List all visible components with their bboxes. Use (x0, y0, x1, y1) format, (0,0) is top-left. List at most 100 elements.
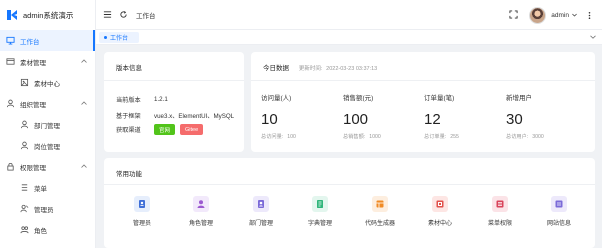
gitee-button[interactable]: Gitee (180, 124, 204, 135)
channel-row: 获取渠道 官网 Gitee (116, 124, 208, 135)
func-code-generator[interactable]: 代码生成器 (350, 196, 410, 227)
version-row: 当前版本 1.2.1 (116, 95, 168, 104)
version-card-title: 版本信息 (116, 65, 142, 72)
sidebar-item-menu[interactable]: 菜单 (0, 177, 95, 198)
today-title: 今日数据 (263, 65, 289, 72)
sidebar-item-role[interactable]: 角色 (0, 219, 95, 240)
today-card-title: 今日数据 更新时间: 2022-03-23 03:37:13 (263, 62, 377, 72)
tab-dashboard[interactable]: 工作台 (99, 32, 139, 43)
refresh-icon[interactable] (118, 10, 128, 20)
func-menu-permission[interactable]: 菜单权限 (470, 196, 530, 227)
tabs-bar: 工作台 (96, 30, 602, 45)
stat-sub-value: 1000 (369, 134, 381, 140)
sidebar-group-permission[interactable]: 权限管理 (0, 156, 95, 177)
func-dictionary[interactable]: 字典管理 (290, 196, 350, 227)
menu-icon (20, 183, 29, 192)
divider (104, 184, 595, 185)
chevron-down-icon[interactable] (590, 35, 596, 39)
sidebar-item-label: 菜单 (34, 185, 47, 193)
active-dot-icon (104, 36, 107, 39)
func-label: 网站信息 (546, 221, 571, 227)
func-department[interactable]: 部门管理 (231, 196, 291, 227)
sidebar-item-label: 工作台 (20, 38, 40, 46)
sidebar-item-dashboard[interactable]: 工作台 (0, 30, 95, 51)
code-icon (372, 196, 388, 212)
version-key: 当前版本 (116, 97, 141, 104)
app-title: admin系统演示 (23, 10, 74, 20)
sidebar-item-label: 组织管理 (20, 101, 46, 109)
logo-icon (7, 10, 17, 20)
stat-sub: 总访用户: 3000 (506, 133, 586, 140)
fullscreen-icon[interactable] (509, 10, 519, 20)
common-card-title: 常用功能 (116, 171, 142, 178)
lock-icon (6, 162, 15, 171)
func-label: 代码生成器 (364, 221, 395, 227)
stat-sub-value: 100 (287, 134, 296, 140)
username[interactable]: admin (551, 12, 569, 19)
menu-toggle-icon[interactable] (102, 10, 112, 20)
stat-orders: 订单量(笔) 12 总订单量: 255 (424, 92, 504, 140)
func-site-info[interactable]: 网站信息 (529, 196, 589, 227)
stat-visits: 访问量(人) 10 总访问量: 100 (261, 92, 341, 140)
monitor-icon (6, 36, 15, 45)
func-admin[interactable]: 管理员 (112, 196, 172, 227)
chevron-up-icon (81, 164, 87, 168)
logo[interactable]: admin系统演示 (0, 0, 95, 30)
chevron-down-icon[interactable] (572, 13, 577, 17)
stat-value: 30 (506, 111, 523, 128)
stat-new-users: 新增用户 30 总访用户: 3000 (506, 92, 586, 140)
sidebar-group-material[interactable]: 素材管理 (0, 51, 95, 72)
func-label: 角色管理 (188, 221, 213, 227)
updated-label: 更新时间: (298, 66, 323, 72)
site-icon (551, 196, 567, 212)
sidebar-item-label: 管理员 (34, 206, 54, 214)
stat-sub-value: 255 (450, 134, 459, 140)
box-icon (6, 57, 15, 66)
admin-icon (134, 196, 150, 212)
framework-key: 基于框架 (116, 113, 141, 120)
stat-sales: 销售额(元) 100 总销售额: 1000 (343, 92, 423, 140)
top-header: 工作台 admin (96, 0, 602, 30)
more-icon[interactable] (585, 11, 594, 20)
role-icon (193, 196, 209, 212)
official-site-button[interactable]: 官网 (154, 124, 176, 135)
stat-label: 订单量(笔) (424, 95, 455, 102)
chevron-up-icon (81, 59, 87, 63)
sidebar-item-label: 素材中心 (34, 80, 60, 88)
header-actions: admin (509, 5, 594, 25)
stat-sub: 总销售额: 1000 (343, 133, 423, 140)
role-icon (20, 225, 29, 234)
dict-icon (312, 196, 328, 212)
version-value: 1.2.1 (154, 96, 168, 103)
sidebar-item-admin[interactable]: 管理员 (0, 198, 95, 219)
stat-sub-value: 3000 (532, 134, 544, 140)
dept-icon (253, 196, 269, 212)
image-icon (20, 78, 29, 87)
stat-sub-label: 总销售额: (343, 134, 366, 140)
func-material-center[interactable]: 素材中心 (410, 196, 470, 227)
sidebar-item-label: 权限管理 (20, 164, 46, 172)
tab-label: 工作台 (110, 36, 129, 42)
framework-row: 基于框架 vue3.x、ElementUI、MySQL (116, 111, 234, 120)
user-icon (6, 99, 15, 108)
sidebar-item-department[interactable]: 部门管理 (0, 114, 95, 135)
stat-sub: 总订单量: 255 (424, 133, 504, 140)
stat-label: 访问量(人) (261, 95, 292, 102)
stat-sub-label: 总订单量: (424, 134, 447, 140)
stat-label: 新增用户 (506, 95, 532, 102)
divider (251, 80, 595, 81)
divider (104, 80, 244, 81)
func-label: 素材中心 (427, 221, 452, 227)
stat-sub-label: 总访问量: (261, 134, 284, 140)
person-icon (20, 120, 29, 129)
sidebar-group-org[interactable]: 组织管理 (0, 93, 95, 114)
func-label: 部门管理 (248, 221, 273, 227)
stat-sub: 总访问量: 100 (261, 133, 341, 140)
sidebar-item-material-center[interactable]: 素材中心 (0, 72, 95, 93)
func-label: 菜单权限 (487, 221, 512, 227)
avatar[interactable] (529, 6, 547, 24)
func-role[interactable]: 角色管理 (171, 196, 231, 227)
updated-time: 2022-03-23 03:37:13 (326, 66, 378, 72)
sidebar-item-position[interactable]: 岗位管理 (0, 135, 95, 156)
chevron-up-icon (81, 101, 87, 105)
